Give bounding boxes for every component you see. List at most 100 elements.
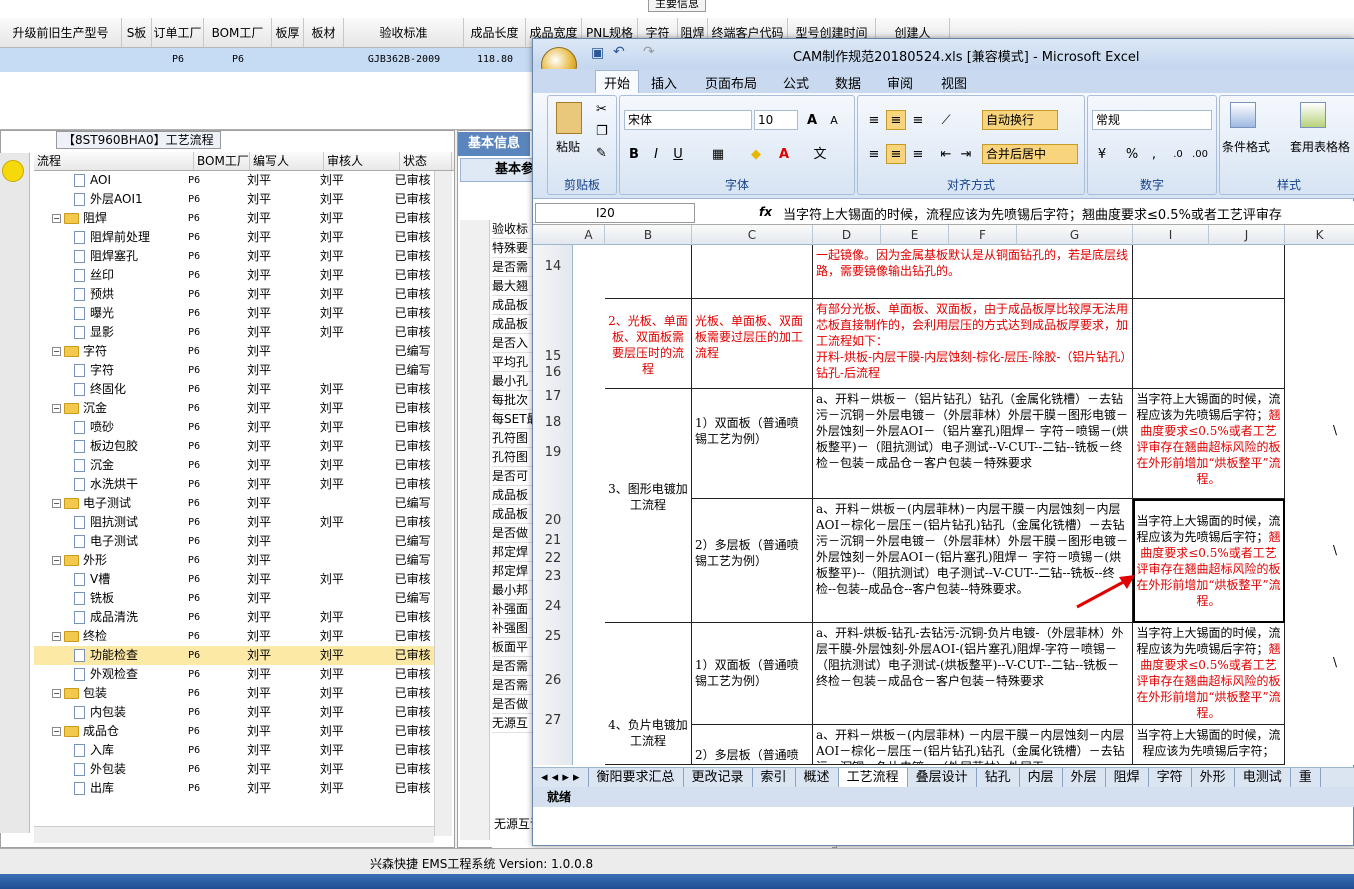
sheet-tab[interactable]: 叠层设计 xyxy=(908,768,977,787)
tree-row[interactable]: 阻焊塞孔 P6 刘平 刘平 已审核 xyxy=(34,247,434,266)
row-header[interactable]: 20 xyxy=(533,513,573,528)
comma-icon[interactable]: , xyxy=(1144,144,1164,164)
column-header[interactable]: J xyxy=(1209,225,1285,245)
tree-row[interactable]: 字符 P6 刘平 已编写 xyxy=(34,361,434,380)
sheet-tab[interactable]: 内层 xyxy=(1020,768,1063,787)
copy-icon[interactable]: ❐ xyxy=(596,124,608,139)
tree-row[interactable]: 丝印 P6 刘平 刘平 已审核 xyxy=(34,266,434,285)
column-header[interactable]: F xyxy=(949,225,1017,245)
tree-row[interactable]: 功能检查 P6 刘平 刘平 已审核 xyxy=(34,646,434,665)
row-header[interactable]: 25 xyxy=(533,629,573,644)
underline-icon[interactable]: U xyxy=(668,144,688,164)
column-header[interactable]: A xyxy=(573,225,605,245)
ribbon-tab[interactable]: 视图 xyxy=(941,73,967,92)
formula-input[interactable]: 当字符上大锡面的时候，流程应该为先喷锡后字符；翘曲度要求≤0.5%或者工艺评审存 xyxy=(783,204,1282,223)
tree-row[interactable]: − 包装 P6 刘平 刘平 已审核 xyxy=(34,684,434,703)
row-header[interactable]: 18 xyxy=(533,415,573,430)
cell-d14[interactable]: 一起镜像。因为金属基板默认是从铜面钻孔的，若是底层线路，需要镜像输出钻孔的。 xyxy=(813,245,1133,299)
tree-row[interactable]: − 外形 P6 刘平 已编写 xyxy=(34,551,434,570)
tree-row[interactable]: − 终检 P6 刘平 刘平 已审核 xyxy=(34,627,434,646)
row-header[interactable]: 17 xyxy=(533,389,573,404)
tree-row[interactable]: 外层AOI1 P6 刘平 刘平 已审核 xyxy=(34,190,434,209)
cell-b15[interactable]: 2、光板、单面板、双面板需要层压时的流程 xyxy=(605,299,692,389)
product-col-header[interactable]: 成品长度 xyxy=(464,18,526,47)
tree-row[interactable]: 铣板 P6 刘平 已编写 xyxy=(34,589,434,608)
ribbon-tab[interactable]: 插入 xyxy=(651,73,677,92)
decrease-indent-icon[interactable]: ⇤ xyxy=(936,144,956,164)
ribbon-tab[interactable]: 审阅 xyxy=(887,73,913,92)
collapse-icon[interactable]: − xyxy=(52,404,61,413)
align-left-icon[interactable]: ≡ xyxy=(864,144,884,164)
conditional-format-icon[interactable] xyxy=(1230,102,1256,128)
align-center-icon[interactable]: ≡ xyxy=(886,144,906,164)
column-header[interactable]: G xyxy=(1017,225,1133,245)
collapse-icon[interactable]: − xyxy=(52,347,61,356)
paste-button[interactable]: 粘贴 xyxy=(556,138,580,155)
collapse-icon[interactable]: − xyxy=(52,632,61,641)
align-top-icon[interactable]: ≡ xyxy=(864,110,884,130)
product-col-header[interactable]: 板厚 xyxy=(272,18,304,47)
tree-vertical-scrollbar[interactable] xyxy=(434,171,452,836)
conditional-format-button[interactable]: 条件格式 xyxy=(1222,138,1270,155)
sheet-tab[interactable]: 外层 xyxy=(1063,768,1106,787)
tree-row[interactable]: − 字符 P6 刘平 已编写 xyxy=(34,342,434,361)
cell-d27[interactable]: a、开料－烘板－(内层菲林) －内层干膜－内层蚀刻－内层AOI－棕化－层压－(铝… xyxy=(813,725,1133,765)
cell-c14[interactable] xyxy=(692,245,813,299)
undo-icon[interactable]: ↶ xyxy=(613,44,625,60)
wrap-text-button[interactable]: 自动换行 xyxy=(982,110,1058,130)
bold-icon[interactable]: B xyxy=(624,144,644,164)
tree-row[interactable]: 成品清洗 P6 刘平 刘平 已审核 xyxy=(34,608,434,627)
tree-col-header[interactable]: 流程 xyxy=(34,152,194,170)
tree-row[interactable]: 入库 P6 刘平 刘平 已审核 xyxy=(34,741,434,760)
tree-row[interactable]: − 阻焊 P6 刘平 刘平 已审核 xyxy=(34,209,434,228)
cell-i27[interactable]: 当字符上大锡面的时候，流程应该为先喷锡后字符； xyxy=(1133,725,1285,765)
collapse-icon[interactable]: − xyxy=(52,214,61,223)
align-bottom-icon[interactable]: ≡ xyxy=(908,110,928,130)
cell-i14[interactable] xyxy=(1133,245,1285,299)
tree-row[interactable]: 终固化 P6 刘平 刘平 已审核 xyxy=(34,380,434,399)
align-middle-icon[interactable]: ≡ xyxy=(886,110,906,130)
tree-row[interactable]: 外观检查 P6 刘平 刘平 已审核 xyxy=(34,665,434,684)
cell-b16-group[interactable]: 3、图形电镀加工流程 xyxy=(605,389,692,623)
tree-row[interactable]: 内包装 P6 刘平 刘平 已审核 xyxy=(34,703,434,722)
collapse-icon[interactable]: − xyxy=(52,689,61,698)
tree-row[interactable]: 出库 P6 刘平 刘平 已审核 xyxy=(34,779,434,798)
sheet-nav-icon[interactable]: ◂ ◂ ▸ ▸ xyxy=(533,768,589,787)
collapse-icon[interactable]: − xyxy=(52,727,61,736)
cell-b24-group[interactable]: 4、负片电镀加工流程 xyxy=(605,623,692,765)
row-header[interactable]: 24 xyxy=(533,599,573,614)
merge-center-button[interactable]: 合并后居中 xyxy=(982,144,1078,164)
row-header[interactable]: 27 xyxy=(533,713,573,728)
row-header[interactable]: 15 xyxy=(533,349,573,364)
currency-icon[interactable]: ¥ xyxy=(1092,144,1112,164)
tree-row[interactable]: − 沉金 P6 刘平 刘平 已审核 xyxy=(34,399,434,418)
cell-i20-selected[interactable]: 当字符上大锡面的时候，流程应该为先喷锡后字符；翘曲度要求≤0.5%或者工艺评审存… xyxy=(1133,499,1285,623)
column-header[interactable]: I xyxy=(1133,225,1209,245)
tree-row[interactable]: − 成品仓 P6 刘平 刘平 已审核 xyxy=(34,722,434,741)
row-header[interactable]: 22 xyxy=(533,551,573,566)
phonetic-icon[interactable]: 文 xyxy=(810,144,830,164)
cell-b14[interactable] xyxy=(605,245,692,299)
font-size-select[interactable]: 10 xyxy=(754,110,798,130)
product-col-header[interactable]: 板材 xyxy=(304,18,344,47)
format-as-table-icon[interactable] xyxy=(1300,102,1326,128)
product-col-header[interactable]: S板 xyxy=(122,18,152,47)
tab-basic-info[interactable]: 基本信息 xyxy=(458,132,530,156)
sheet-tab[interactable]: 外形 xyxy=(1192,768,1235,787)
tree-col-header[interactable]: BOM工厂 xyxy=(194,152,250,170)
row-header[interactable]: 26 xyxy=(533,673,573,688)
italic-icon[interactable]: I xyxy=(646,144,666,164)
sheet-tab[interactable]: 字符 xyxy=(1149,768,1192,787)
column-header[interactable]: D xyxy=(813,225,881,245)
increase-decimal-icon[interactable]: .0 xyxy=(1168,144,1188,164)
name-box[interactable]: I20 xyxy=(535,203,695,223)
tree-row[interactable]: 曝光 P6 刘平 刘平 已审核 xyxy=(34,304,434,323)
cell-c16[interactable]: 1）双面板（普通喷锡工艺为例） xyxy=(692,389,813,499)
column-header[interactable]: K xyxy=(1285,225,1354,245)
shrink-font-icon[interactable]: A xyxy=(824,110,844,130)
tree-row[interactable]: 外包装 P6 刘平 刘平 已审核 xyxy=(34,760,434,779)
ribbon-tab[interactable]: 开始 xyxy=(595,70,640,94)
sheet-tab[interactable]: 重 xyxy=(1291,768,1321,787)
product-col-header[interactable]: 订单工厂 xyxy=(152,18,204,47)
cell-i16[interactable]: 当字符上大锡面的时候，流程应该为先喷锡后字符；翘曲度要求≤0.5%或者工艺评审存… xyxy=(1133,389,1285,499)
